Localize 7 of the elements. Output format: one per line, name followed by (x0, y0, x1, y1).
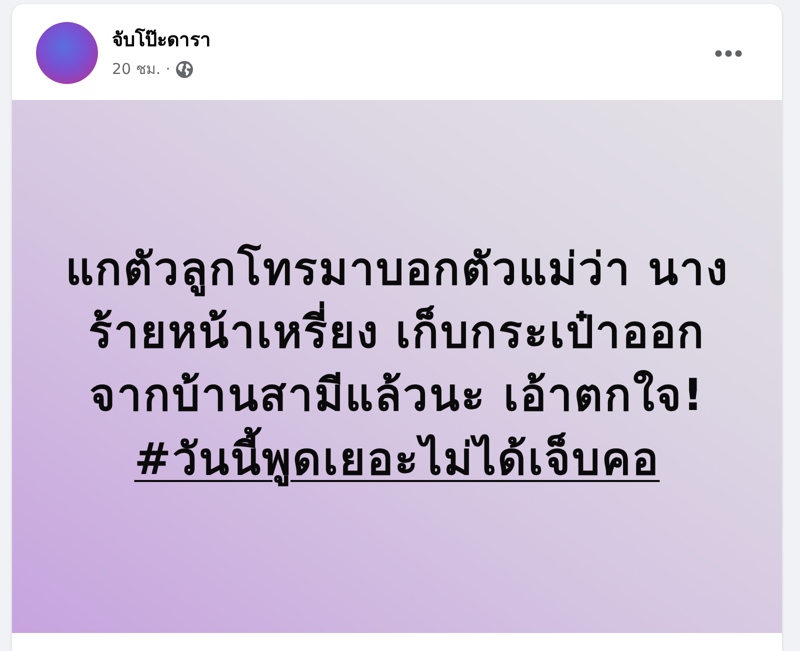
hashtag-link[interactable]: #วันนี้พูดเยอะไม่ได้เจ็บคอ (134, 427, 660, 495)
author-name-link[interactable]: จับโป๊ะดารา (112, 28, 211, 52)
post-text: แกตัวลูกโทรมาบอกตัวแม่ว่า นาง ร้ายหน้าเหรี่ยง เก็บกระเป๋าออก จากบ้านสามีแล้วนะ เอ้าตกใจ! #วันนี้พูดเยอะไม่ได้เจ็บคอ (65, 238, 729, 495)
globe-icon[interactable] (176, 60, 194, 78)
more-icon[interactable] (715, 50, 742, 57)
separator-dot: · (166, 60, 170, 78)
post-time-link[interactable]: 20 ชม. (112, 60, 161, 78)
